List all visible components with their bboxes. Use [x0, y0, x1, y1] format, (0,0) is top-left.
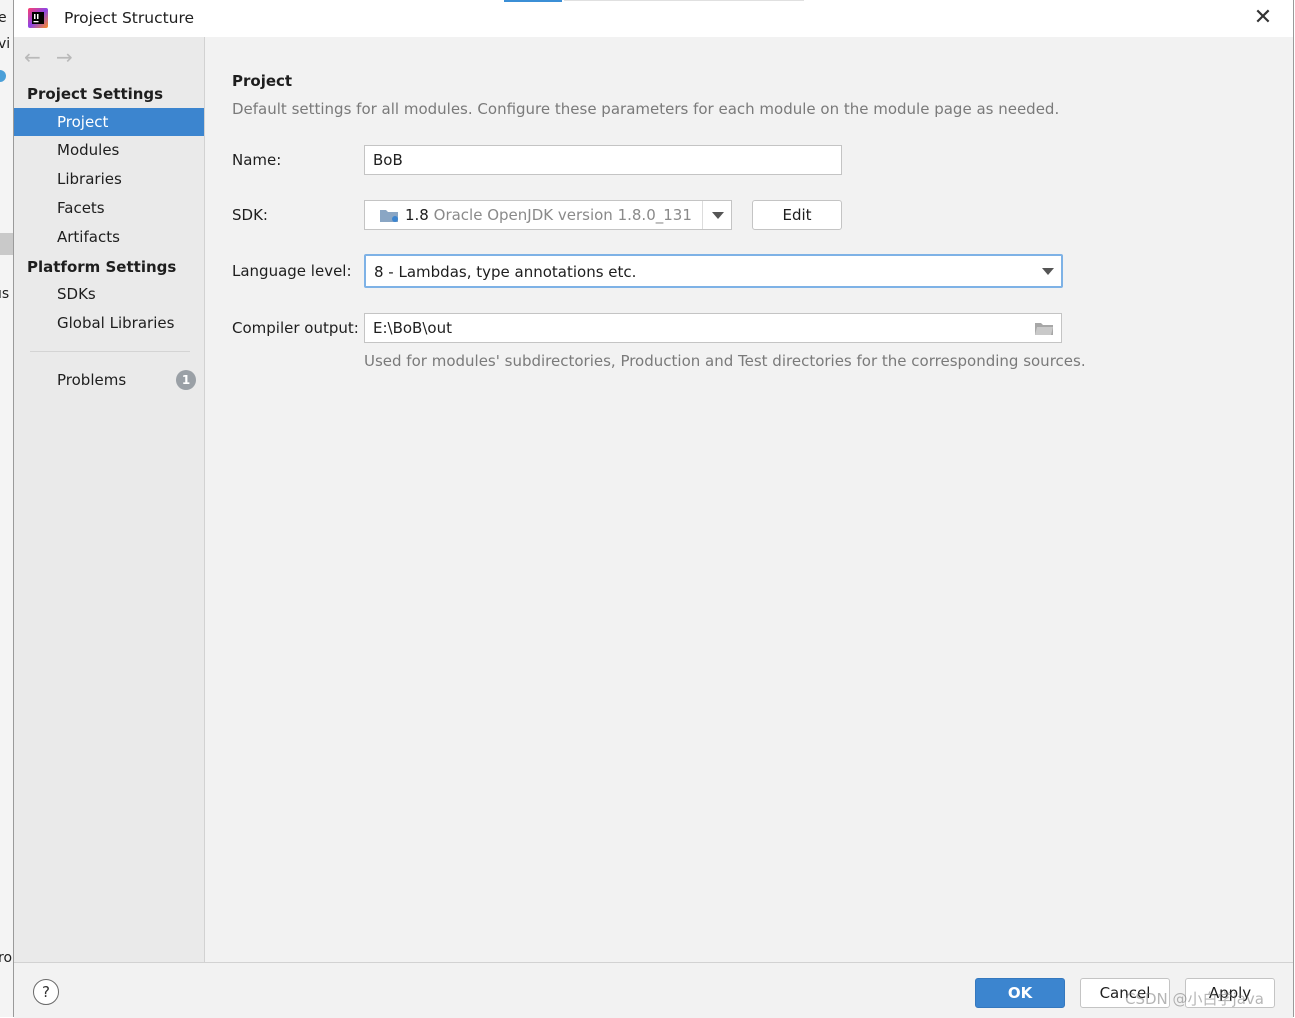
project-structure-dialog: Project Structure ✕ ← → Project Settings… [13, 0, 1294, 1018]
language-level-value: 8 - Lambdas, type annotations etc. [374, 263, 637, 281]
name-label: Name: [232, 151, 282, 169]
intellij-app-icon [28, 8, 48, 28]
compiler-output-input[interactable]: E:\BoB\out [364, 313, 1062, 343]
close-icon[interactable]: ✕ [1249, 4, 1277, 32]
sidebar-item-libraries[interactable]: Libraries [14, 165, 204, 193]
sidebar-item-facets[interactable]: Facets [14, 194, 204, 222]
sdk-version: 1.8 [405, 206, 429, 224]
sidebar: ← → Project Settings Project Modules Lib… [14, 37, 205, 962]
ok-button[interactable]: OK [975, 978, 1065, 1008]
platform-settings-heading: Platform Settings [27, 258, 177, 276]
sidebar-item-modules[interactable]: Modules [14, 136, 204, 164]
sdk-label: SDK: [232, 206, 268, 224]
compiler-output-hint: Used for modules' subdirectories, Produc… [364, 352, 1086, 370]
project-settings-panel: Project Default settings for all modules… [205, 37, 1293, 962]
edit-sdk-button[interactable]: Edit [752, 200, 842, 230]
background-text: ro [0, 950, 13, 966]
compiler-output-label: Compiler output: [232, 319, 359, 337]
title-bar: Project Structure ✕ [14, 0, 1293, 38]
background-window-strip: e vi ıs ro [0, 0, 13, 1017]
sidebar-item-project[interactable]: Project [14, 108, 204, 136]
page-description: Default settings for all modules. Config… [232, 100, 1060, 118]
folder-icon [380, 210, 398, 222]
background-text: vi [0, 36, 11, 52]
forward-arrow-icon[interactable]: → [56, 45, 73, 69]
dropdown-arrow-icon [702, 201, 731, 229]
title-accent-line [564, 0, 804, 1]
compiler-output-value: E:\BoB\out [373, 319, 452, 337]
sidebar-item-artifacts[interactable]: Artifacts [14, 223, 204, 251]
page-title: Project [232, 72, 293, 90]
sidebar-divider [30, 351, 190, 352]
sidebar-item-global-libraries[interactable]: Global Libraries [14, 309, 204, 337]
background-highlight [0, 233, 13, 255]
dialog-footer: ? OK Cancel Apply [14, 962, 1293, 1018]
sdk-dropdown[interactable]: 1.8 Oracle OpenJDK version 1.8.0_131 [364, 200, 732, 230]
background-dot [0, 70, 6, 82]
language-level-label: Language level: [232, 262, 352, 280]
back-arrow-icon[interactable]: ← [24, 45, 41, 69]
project-name-input[interactable]: BoB [364, 145, 842, 175]
window-title: Project Structure [64, 9, 195, 27]
title-accent-line [504, 0, 562, 2]
help-icon[interactable]: ? [33, 979, 59, 1005]
background-text: ıs [0, 286, 10, 302]
project-settings-heading: Project Settings [27, 85, 164, 103]
apply-button[interactable]: Apply [1185, 978, 1275, 1008]
background-text: e [0, 10, 7, 26]
sdk-description: Oracle OpenJDK version 1.8.0_131 [433, 206, 692, 224]
language-level-dropdown[interactable]: 8 - Lambdas, type annotations etc. [364, 254, 1063, 288]
sidebar-item-sdks[interactable]: SDKs [14, 280, 204, 308]
problems-badge-icon: 1 [176, 370, 196, 390]
browse-folder-icon[interactable] [1035, 322, 1053, 335]
dropdown-arrow-icon [1033, 256, 1061, 286]
cancel-button[interactable]: Cancel [1080, 978, 1170, 1008]
